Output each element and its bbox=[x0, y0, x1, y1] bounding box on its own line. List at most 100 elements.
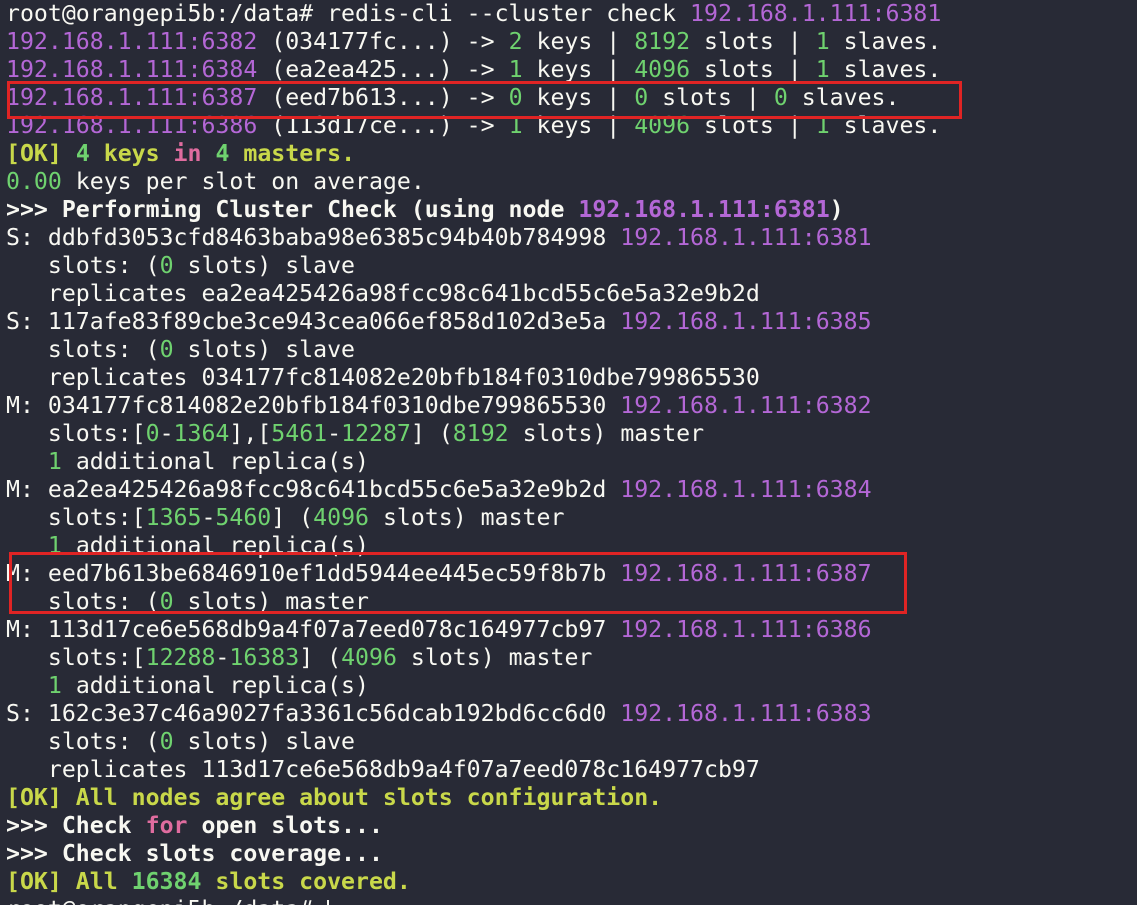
terminal-text-segment: 1365 bbox=[145, 504, 202, 531]
terminal-text-segment: 0 bbox=[773, 84, 788, 111]
terminal-text-segment: additional replica(s) bbox=[61, 672, 369, 699]
terminal-text-segment: 192.168.1.111:6381 bbox=[690, 0, 942, 27]
terminal-text-segment: open slots... bbox=[187, 812, 383, 839]
terminal-text-segment: >>> Check bbox=[6, 812, 146, 839]
terminal-text-segment: 2 bbox=[508, 28, 523, 55]
terminal-text-segment: 192.168.1.111:6381 bbox=[578, 196, 830, 223]
terminal-text-segment: 4 bbox=[75, 140, 90, 167]
terminal-text-segment: M: 034177fc814082e20bfb184f0310dbe799865… bbox=[6, 392, 621, 419]
terminal-line: slots: (0 slots) slave bbox=[6, 336, 1137, 364]
terminal-line: S: 117afe83f89cbe3ce943cea066ef858d102d3… bbox=[6, 308, 1137, 336]
terminal-line: replicates ea2ea425426a98fcc98c641bcd55c… bbox=[6, 280, 1137, 308]
terminal-line: slots: (0 slots) slave bbox=[6, 728, 1137, 756]
terminal-line: 192.168.1.111:6387 (eed7b613...) -> 0 ke… bbox=[6, 84, 1137, 112]
terminal-text-segment: slots | bbox=[690, 112, 816, 139]
terminal-text-segment: 1 bbox=[508, 56, 523, 83]
terminal-text-segment: slaves. bbox=[787, 84, 900, 111]
terminal-text-segment: slots | bbox=[648, 84, 774, 111]
terminal-text-segment: S: ddbfd3053cfd8463baba98e6385c94b40b784… bbox=[6, 224, 621, 251]
terminal-cursor bbox=[327, 899, 330, 905]
terminal-text-segment: 0 bbox=[159, 336, 174, 363]
terminal-line: S: ddbfd3053cfd8463baba98e6385c94b40b784… bbox=[6, 224, 1137, 252]
terminal-line: root@orangepi5b:/data# bbox=[6, 896, 1137, 905]
terminal-text-segment: 1 bbox=[508, 112, 523, 139]
terminal-text-segment: 192.168.1.111:6387 bbox=[620, 560, 872, 587]
terminal-text-segment: 0 bbox=[634, 84, 649, 111]
terminal-text-segment: S: 117afe83f89cbe3ce943cea066ef858d102d3… bbox=[6, 308, 621, 335]
terminal-text-segment: masters. bbox=[229, 140, 356, 167]
terminal-text-segment: [OK] All nodes agree about slots configu… bbox=[6, 784, 663, 811]
terminal-text-segment: - bbox=[327, 420, 342, 447]
terminal-text-segment: 0 bbox=[145, 420, 160, 447]
terminal-text-segment: additional replica(s) bbox=[61, 448, 369, 475]
terminal-text-segment: keys | bbox=[522, 84, 635, 111]
terminal-line: slots: (0 slots) slave bbox=[6, 252, 1137, 280]
terminal-text-segment: slaves. bbox=[829, 28, 942, 55]
terminal-text-segment: 16384 bbox=[131, 868, 202, 895]
terminal-line: 192.168.1.111:6386 (113d17ce...) -> 1 ke… bbox=[6, 112, 1137, 140]
terminal-text-segment: replicates 034177fc814082e20bfb184f0310d… bbox=[6, 364, 760, 391]
terminal-text-segment: root@orangepi5b:/data# bbox=[6, 896, 327, 905]
terminal-text-segment: slots) master bbox=[173, 588, 369, 615]
terminal-text-segment: for bbox=[145, 812, 188, 839]
terminal-text-segment: ] ( bbox=[410, 420, 453, 447]
terminal-line: M: eed7b613be6846910ef1dd5944ee445ec59f8… bbox=[6, 560, 1137, 588]
terminal-text-segment: keys | bbox=[522, 28, 635, 55]
terminal-text-segment: (ea2ea425...) -> bbox=[257, 56, 509, 83]
terminal-text-segment: slots | bbox=[690, 56, 816, 83]
terminal-text-segment: slots: ( bbox=[6, 252, 160, 279]
terminal-text-segment: 16383 bbox=[229, 644, 300, 671]
terminal-text-segment: 192.168.1.111:6381 bbox=[620, 224, 872, 251]
terminal-line: 192.168.1.111:6384 (ea2ea425...) -> 1 ke… bbox=[6, 56, 1137, 84]
terminal-text-segment: keys | bbox=[522, 112, 635, 139]
terminal-line: M: 034177fc814082e20bfb184f0310dbe799865… bbox=[6, 392, 1137, 420]
terminal-text-segment: 1364 bbox=[173, 420, 230, 447]
terminal-text-segment: 1 bbox=[47, 672, 62, 699]
terminal-line: [OK] 4 keys in 4 masters. bbox=[6, 140, 1137, 168]
terminal-line: S: 162c3e37c46a9027fa3361c56dcab192bd6cc… bbox=[6, 700, 1137, 728]
terminal-text-segment: 192.168.1.111:6386 bbox=[6, 112, 258, 139]
terminal-text-segment: 4096 bbox=[341, 644, 397, 671]
terminal-output[interactable]: root@orangepi5b:/data# redis-cli --clust… bbox=[0, 0, 1137, 905]
terminal-text-segment: 192.168.1.111:6384 bbox=[620, 476, 872, 503]
terminal-text-segment: S: 162c3e37c46a9027fa3361c56dcab192bd6cc… bbox=[6, 700, 621, 727]
terminal-line: >>> Performing Cluster Check (using node… bbox=[6, 196, 1137, 224]
terminal-text-segment: slots) master bbox=[396, 644, 593, 671]
terminal-line: >>> Check for open slots... bbox=[6, 812, 1137, 840]
terminal-text-segment: ) bbox=[829, 196, 844, 223]
terminal-text-segment: slots:[ bbox=[6, 644, 146, 671]
terminal-text-segment: replicates ea2ea425426a98fcc98c641bcd55c… bbox=[6, 280, 760, 307]
terminal-text-segment: 0 bbox=[159, 252, 174, 279]
terminal-text-segment: 1 bbox=[47, 532, 62, 559]
terminal-text-segment: 192.168.1.111:6383 bbox=[620, 700, 872, 727]
terminal-text-segment: 192.168.1.111:6386 bbox=[620, 616, 872, 643]
terminal-line: replicates 034177fc814082e20bfb184f0310d… bbox=[6, 364, 1137, 392]
terminal-text-segment: 0 bbox=[159, 728, 174, 755]
terminal-text-segment: (113d17ce...) -> bbox=[257, 112, 509, 139]
terminal-text-segment: additional replica(s) bbox=[61, 532, 369, 559]
terminal-text-segment: slots covered. bbox=[201, 868, 411, 895]
terminal-text-segment: in bbox=[173, 140, 202, 167]
terminal-line: root@orangepi5b:/data# redis-cli --clust… bbox=[6, 0, 1137, 28]
terminal-text-segment: >>> Performing Cluster Check (using node bbox=[6, 196, 579, 223]
terminal-text-segment: 1 bbox=[815, 112, 830, 139]
terminal-line: slots: (0 slots) master bbox=[6, 588, 1137, 616]
terminal-text-segment: keys | bbox=[522, 56, 635, 83]
terminal-text-segment: slots: ( bbox=[6, 728, 160, 755]
terminal-text-segment: - bbox=[159, 420, 174, 447]
terminal-text-segment: keys bbox=[89, 140, 174, 167]
terminal-text-segment: 5461 bbox=[271, 420, 328, 447]
terminal-text-segment: 4096 bbox=[313, 504, 369, 531]
terminal-text-segment: slots) master bbox=[508, 420, 705, 447]
terminal-text-segment: ],[ bbox=[229, 420, 272, 447]
terminal-text-segment: slots:[ bbox=[6, 504, 146, 531]
terminal-text-segment: slaves. bbox=[829, 56, 942, 83]
terminal-line: slots:[1365-5460] (4096 slots) master bbox=[6, 504, 1137, 532]
terminal-text-segment: keys per slot on average. bbox=[61, 168, 425, 195]
terminal-text-segment: >>> Check slots coverage... bbox=[6, 840, 383, 867]
terminal-line: >>> Check slots coverage... bbox=[6, 840, 1137, 868]
terminal-text-segment: slots: ( bbox=[6, 588, 160, 615]
